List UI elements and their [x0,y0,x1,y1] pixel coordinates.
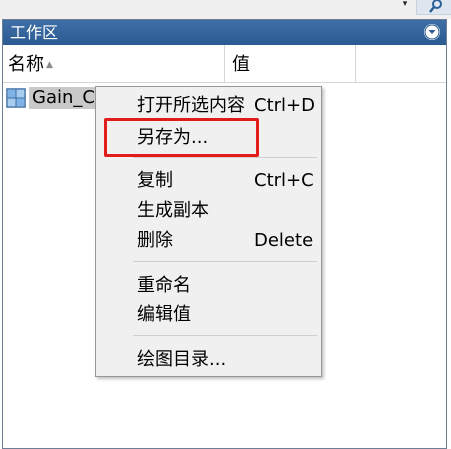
menu-item-plot-catalog[interactable]: 绘图目录... [96,346,321,374]
menu-separator [133,335,317,336]
workspace-titlebar: 工作区 [3,20,446,45]
sort-ascending-icon: ▲ [46,60,53,70]
collapse-icon [424,24,440,40]
menu-item-delete[interactable]: 删除 Delete [96,227,321,255]
search-button[interactable] [416,0,451,15]
workspace-table-header: 名称 ▲ 值 [3,45,446,83]
menu-item-label: 生成副本 [137,200,209,221]
menu-separator [133,261,317,262]
menu-item-shortcut: Ctrl+D [254,95,315,116]
menu-item-label: 绘图目录... [137,349,227,370]
menu-item-label: 复制 [137,170,173,191]
menu-item-label: 编辑值 [137,304,191,325]
column-header-empty [356,45,446,82]
matrix-variable-icon [6,88,26,108]
column-header-name-label: 名称 [8,54,44,75]
menu-item-label: 重命名 [137,275,191,296]
search-icon [429,0,442,13]
menu-item-shortcut: Delete [254,230,314,251]
menu-item-shortcut: Ctrl+C [254,170,314,191]
workspace-title: 工作区 [10,23,59,42]
highlight-annotation-box [104,118,259,157]
column-header-value-label: 值 [232,54,250,75]
menu-item-label: 打开所选内容 [137,95,245,116]
menu-item-copy[interactable]: 复制 Ctrl+C [96,167,321,195]
panel-actions-button[interactable] [424,24,440,40]
menu-item-rename[interactable]: 重命名 [96,272,321,300]
menu-item-duplicate[interactable]: 生成副本 [96,197,321,225]
top-toolbar-strip: ▾ [0,0,451,19]
menu-item-edit-value[interactable]: 编辑值 [96,301,321,329]
column-header-value[interactable]: 值 [225,45,356,82]
column-header-name[interactable]: 名称 ▲ [3,45,225,82]
menu-separator [133,157,317,158]
dropdown-arrow-icon[interactable]: ▾ [400,0,410,10]
menu-item-label: 删除 [137,230,173,251]
menu-item-open-selection[interactable]: 打开所选内容 Ctrl+D [96,92,321,120]
